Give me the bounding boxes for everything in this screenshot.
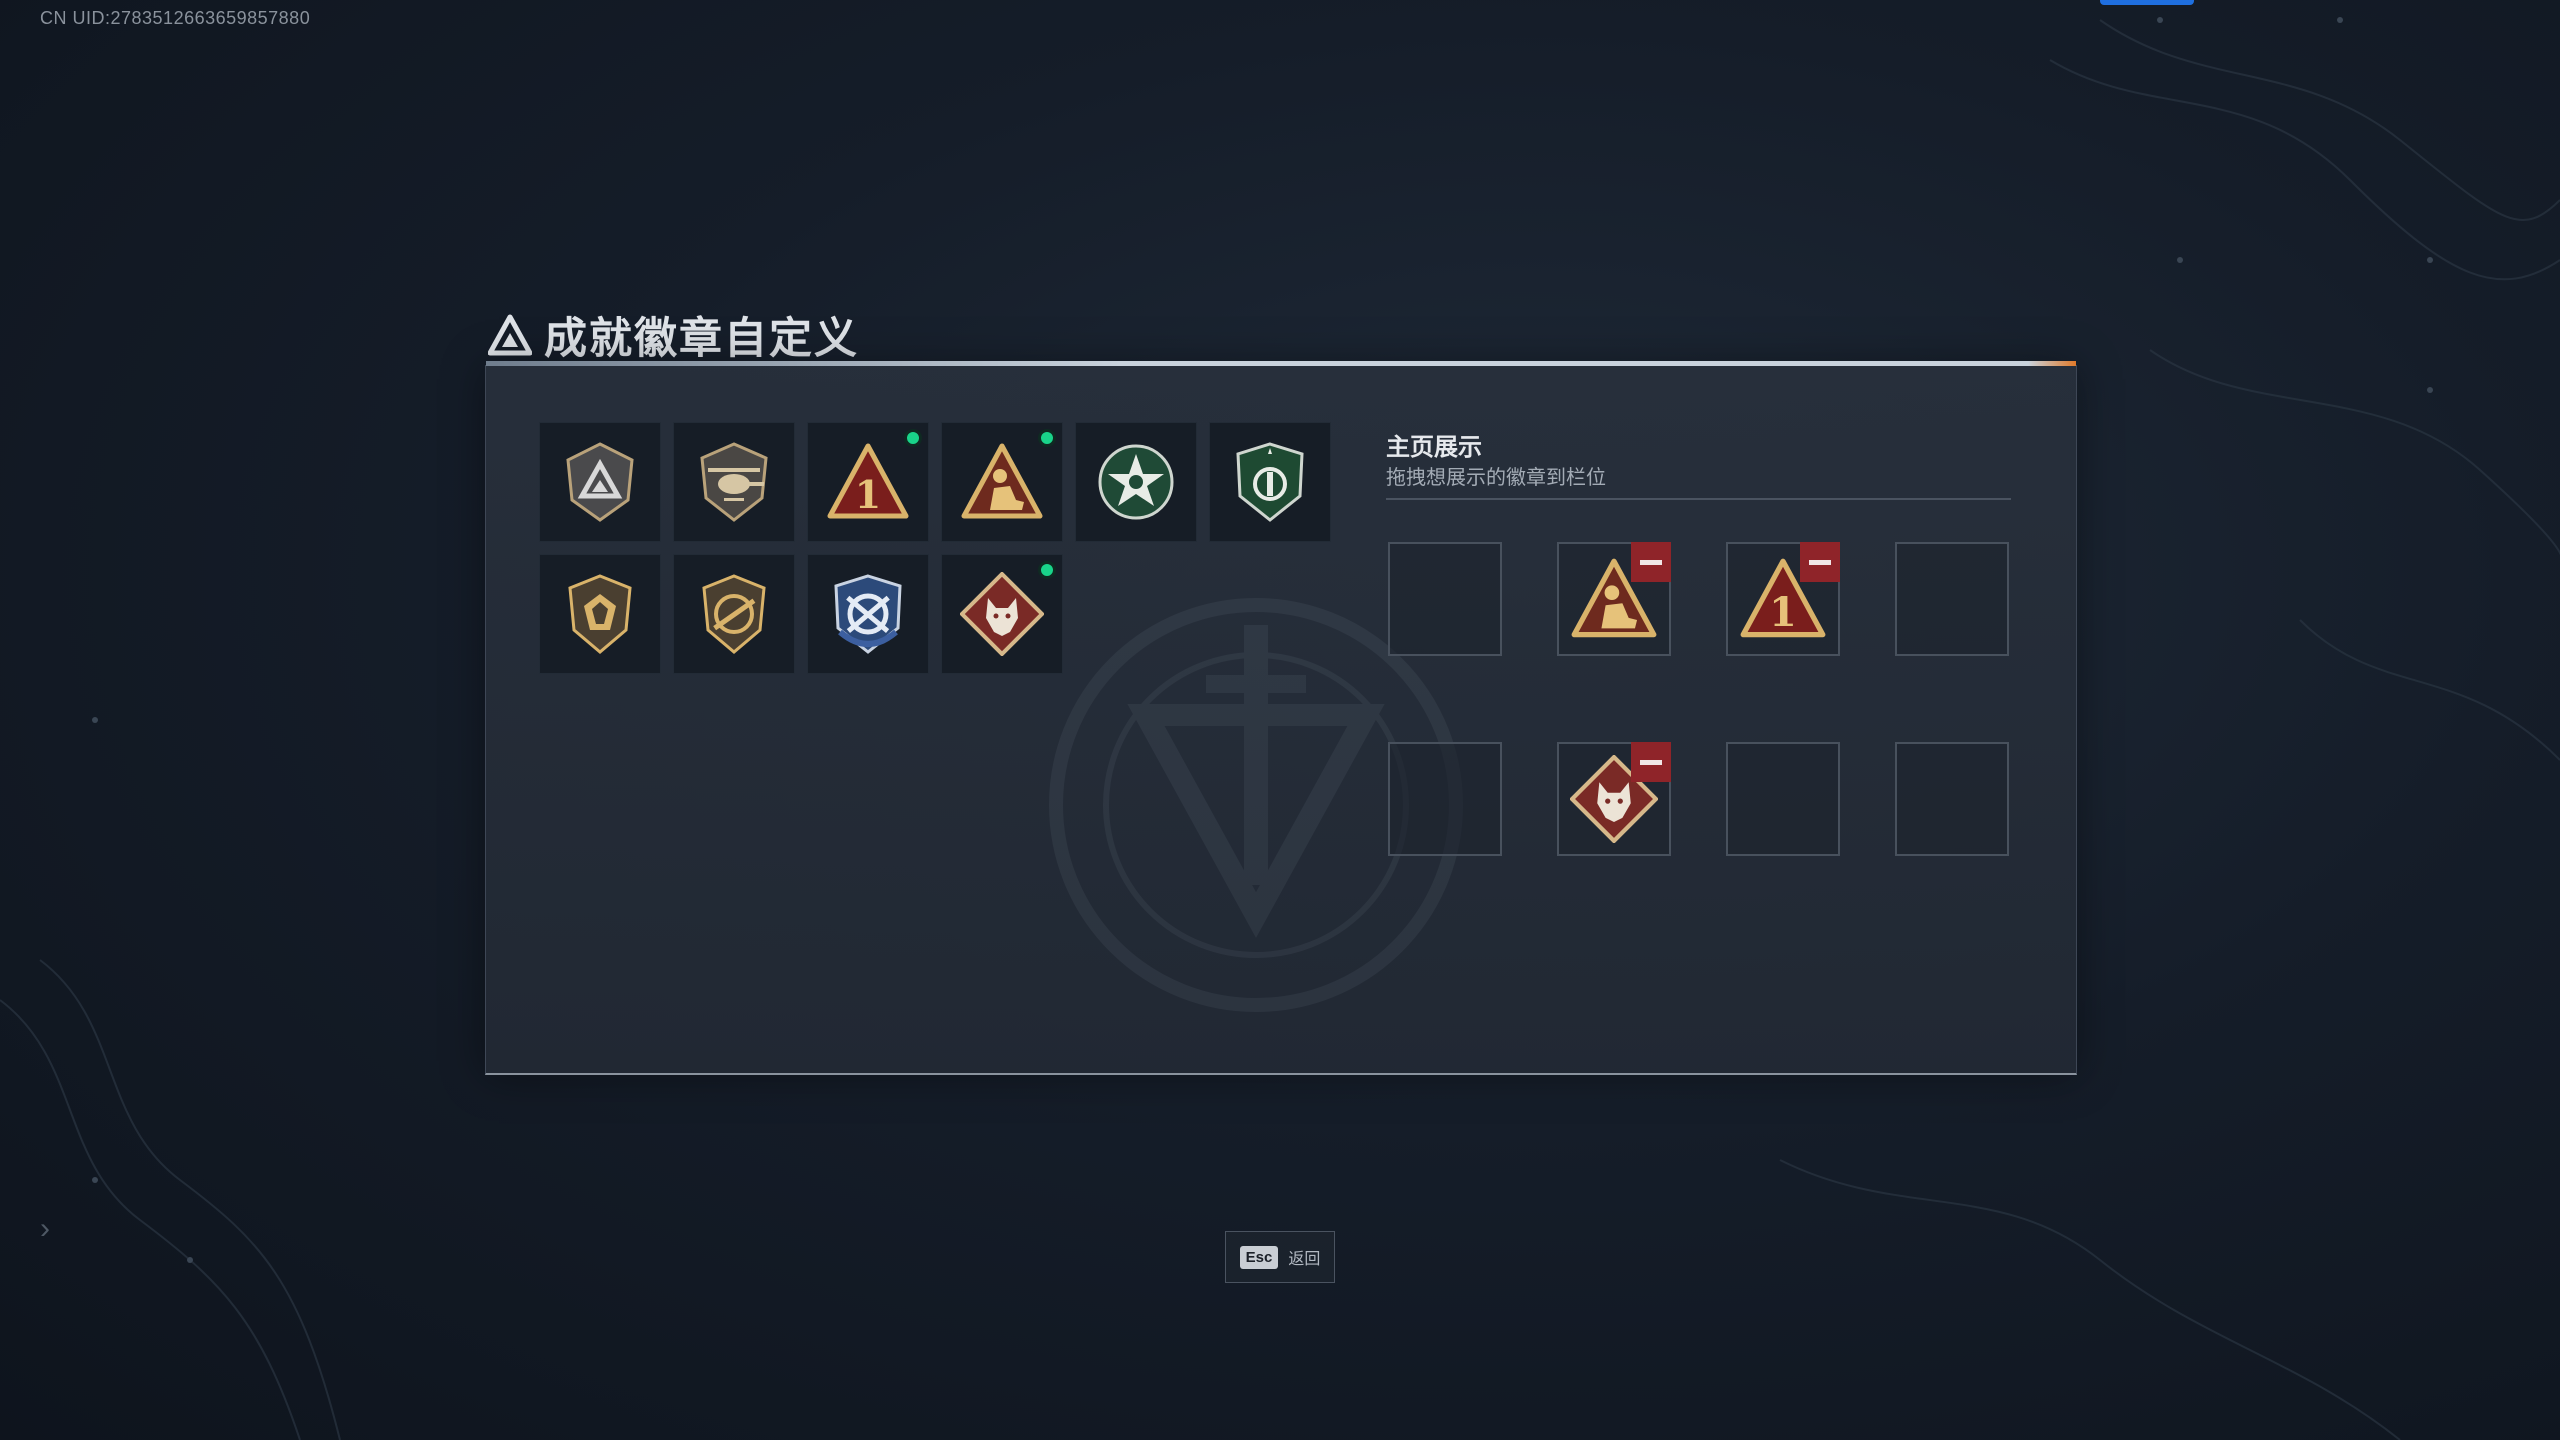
helicopter-shield-badge-icon — [700, 442, 768, 522]
showcase-slot-empty[interactable] — [1895, 542, 2009, 656]
badge-customize-panel: 1 主页展示 拖拽想展示的徽章到栏位 1 — [485, 361, 2077, 1075]
new-badge-indicator — [1038, 429, 1056, 447]
remove-badge-button[interactable] — [1631, 742, 1671, 782]
badge-slot[interactable]: 1 — [807, 422, 929, 542]
showcase-slot-empty[interactable] — [1726, 742, 1840, 856]
gold-number-one-triangle-badge-icon: 1 — [827, 443, 909, 519]
back-label: 返回 — [1288, 1249, 1321, 1268]
user-uid-label: CN UID:2783512663659857880 — [40, 8, 311, 28]
showcase-slot-empty[interactable] — [1895, 742, 2009, 856]
badge-slot[interactable] — [1075, 422, 1197, 542]
green-shield-badge-icon — [1236, 442, 1304, 522]
minus-icon — [1640, 559, 1662, 565]
showcase-slot-filled[interactable] — [1557, 542, 1671, 656]
new-badge-indicator — [904, 429, 922, 447]
badge-slot[interactable] — [539, 554, 661, 674]
showcase-slots-grid: 1 — [1388, 542, 2009, 856]
minus-icon — [1640, 759, 1662, 765]
minus-icon — [1809, 559, 1831, 565]
page-header: 成就徽章自定义 — [488, 305, 859, 365]
svg-text:1: 1 — [1769, 590, 1797, 636]
showcase-title: 主页展示 — [1386, 433, 1482, 461]
showcase-divider — [1386, 498, 2011, 500]
triangle-logo-icon — [488, 314, 532, 356]
showcase-slot-empty[interactable] — [1388, 542, 1502, 656]
blue-crossed-weapons-badge-icon — [834, 574, 902, 654]
badge-slot[interactable] — [539, 422, 661, 542]
red-wolf-diamond-badge-icon — [960, 572, 1044, 656]
showcase-slot-filled[interactable] — [1557, 742, 1671, 856]
showcase-subtitle: 拖拽想展示的徽章到栏位 — [1386, 465, 1606, 489]
svg-text:1: 1 — [855, 472, 881, 517]
badge-slot[interactable] — [941, 554, 1063, 674]
remove-badge-button[interactable] — [1800, 542, 1840, 582]
gray-triangle-shield-badge-icon — [566, 442, 634, 522]
gold-gem-shield-badge-icon — [568, 574, 632, 654]
showcase-slot-filled[interactable]: 1 — [1726, 542, 1840, 656]
green-star-round-badge-icon — [1098, 444, 1174, 520]
owned-badges-grid: 1 — [539, 422, 1331, 674]
chevron-right-icon: › — [40, 1212, 50, 1245]
badge-slot[interactable] — [673, 422, 795, 542]
badge-slot[interactable] — [941, 422, 1063, 542]
gold-kneeling-soldier-triangle-badge-icon — [961, 443, 1043, 519]
new-badge-indicator — [1038, 561, 1056, 579]
gold-rifle-shield-badge-icon — [702, 574, 766, 654]
remove-badge-button[interactable] — [1631, 542, 1671, 582]
panel-top-border — [486, 361, 2076, 366]
badge-slot[interactable] — [807, 554, 929, 674]
top-tab-indicator — [2100, 0, 2194, 5]
page-title: 成就徽章自定义 — [544, 314, 859, 364]
esc-back-button[interactable]: Esc 返回 — [1225, 1231, 1335, 1283]
badge-slot[interactable] — [1209, 422, 1331, 542]
badge-slot[interactable] — [673, 554, 795, 674]
showcase-slot-empty[interactable] — [1388, 742, 1502, 856]
esc-key-hint: Esc — [1239, 1245, 1279, 1269]
